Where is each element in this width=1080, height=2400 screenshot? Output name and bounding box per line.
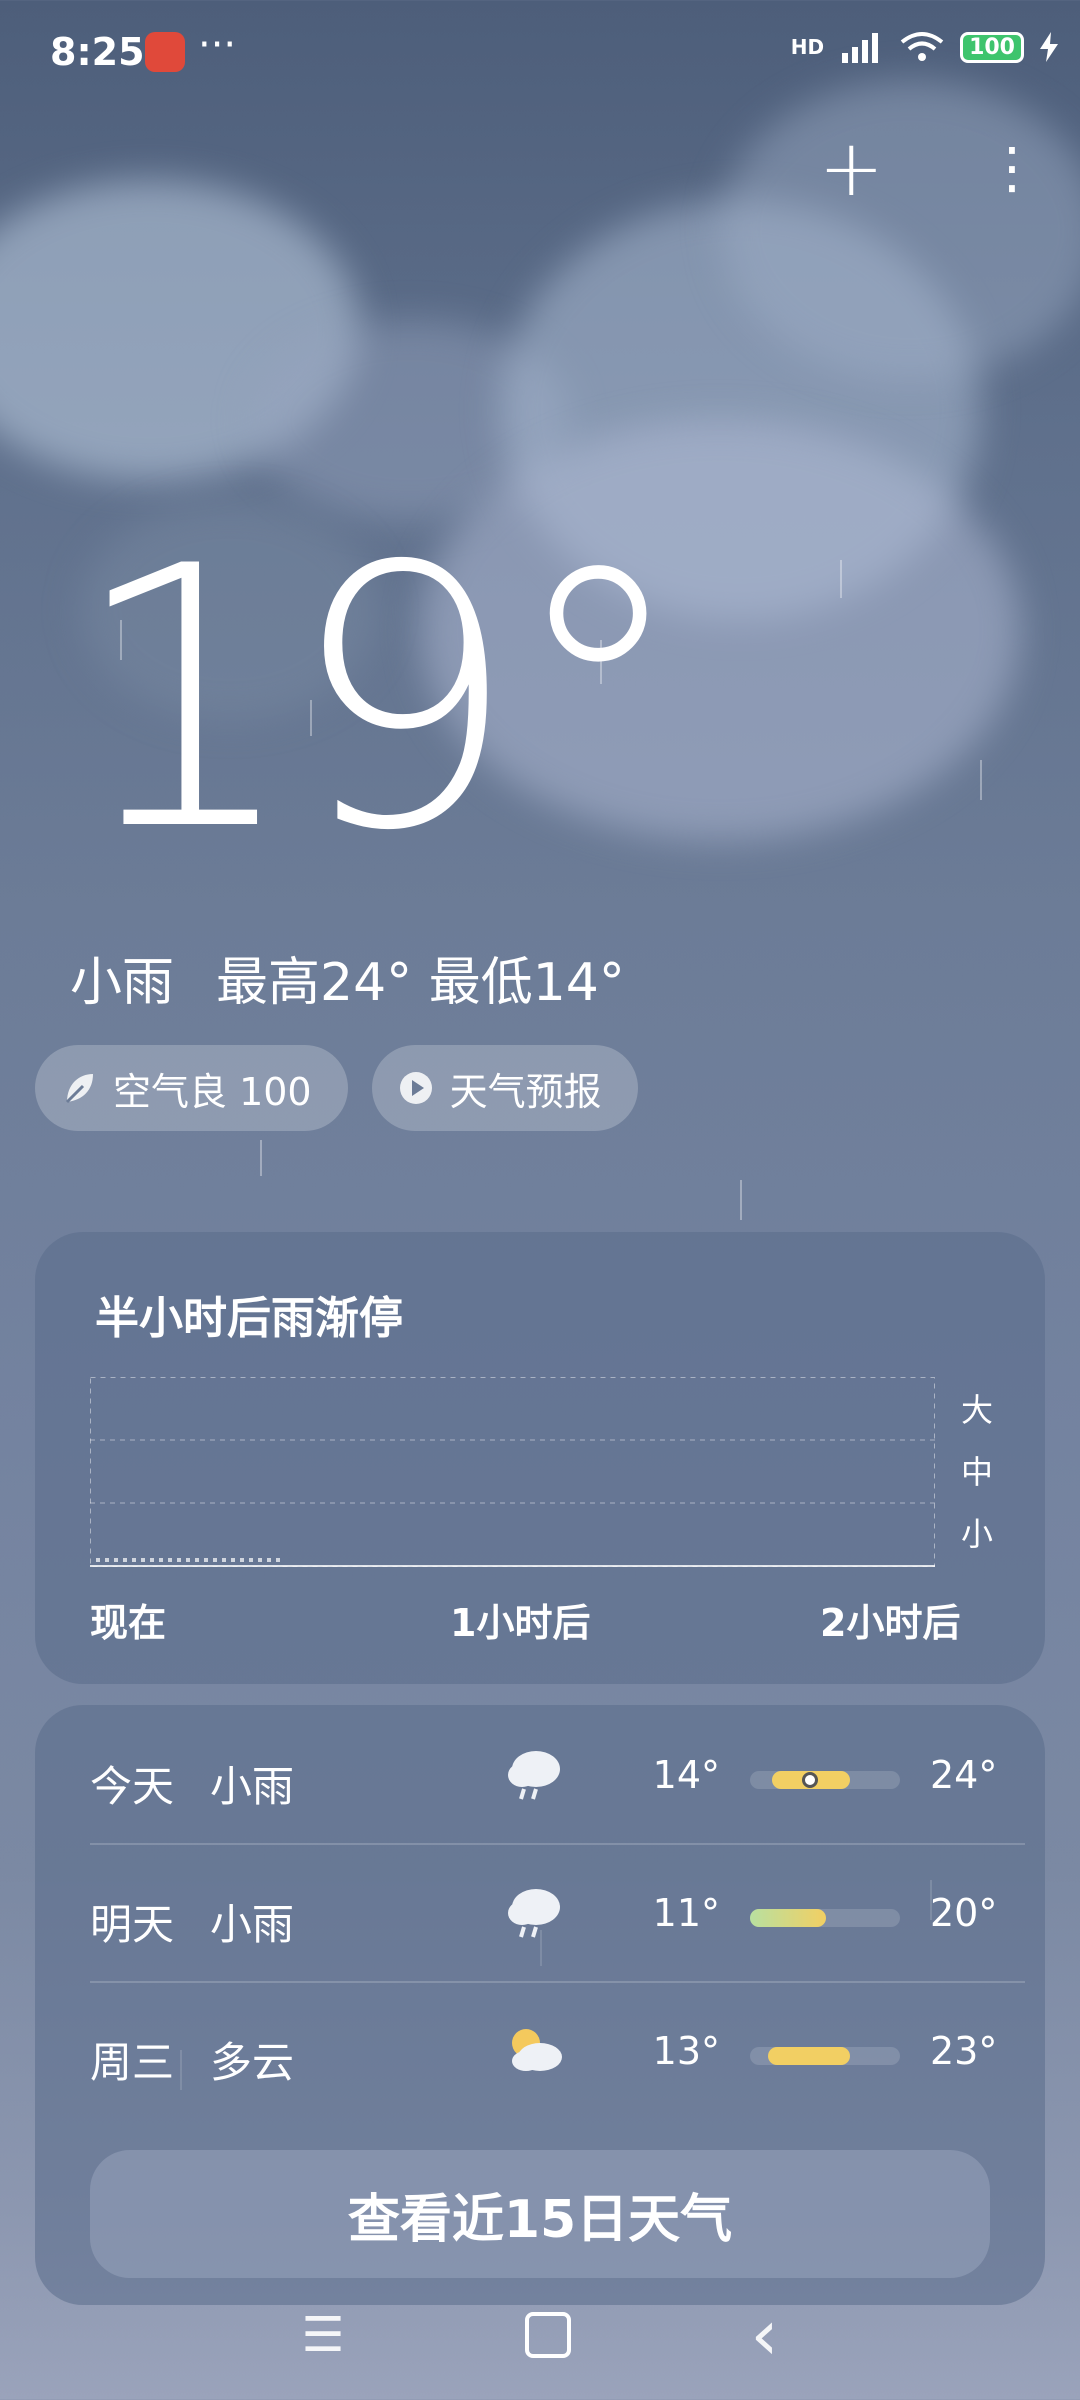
- y-label-heavy: 大: [960, 1391, 993, 1429]
- weather-forecast-label: 天气预报: [449, 1069, 602, 1114]
- view-15-day-button[interactable]: 查看近15日天气: [90, 2150, 990, 2278]
- chart-y-labels: 大 中 小: [957, 1377, 997, 1567]
- battery-indicator: 100: [960, 31, 1024, 63]
- rain-cloud-icon: [508, 1889, 560, 1938]
- forecast-row-wednesday[interactable]: 周三 多云 13° 23°: [90, 1981, 1025, 2119]
- rain-cloud-icon: [508, 1751, 560, 1800]
- weather-forecast-chip[interactable]: 天气预报: [371, 1045, 638, 1131]
- more-menu-button[interactable]: ⋮: [984, 141, 1040, 197]
- notification-app-icon: [145, 32, 185, 72]
- forecast-row-tomorrow[interactable]: 明天 小雨 11° 20°: [90, 1843, 1025, 1981]
- y-label-moderate: 中: [960, 1453, 993, 1491]
- forecast-high: 24°: [930, 1753, 998, 1797]
- nav-menu-button[interactable]: ☰: [301, 2307, 344, 2363]
- signal-icon: [842, 33, 879, 63]
- leaf-icon: [65, 1074, 93, 1104]
- temp-range-bar: [750, 2047, 900, 2065]
- status-dots: ···: [198, 22, 237, 68]
- y-label-light: 小: [960, 1515, 993, 1553]
- current-temp-marker: [802, 1772, 818, 1788]
- current-low: 最低14°: [428, 953, 625, 1013]
- forecast-high: 20°: [930, 1891, 998, 1935]
- charging-icon: [1040, 32, 1058, 62]
- add-city-button[interactable]: +: [819, 130, 884, 208]
- status-time: 8:25: [50, 30, 145, 74]
- play-icon: [399, 1072, 432, 1104]
- x-label-now: 现在: [90, 1601, 167, 1645]
- air-quality-chip[interactable]: 空气良 100: [35, 1045, 348, 1131]
- current-high-low: 最高24° 最低14°: [216, 940, 625, 1015]
- air-quality-label: 空气良 100: [113, 1069, 312, 1114]
- temp-range-bar: [750, 1771, 900, 1789]
- forecast-low: 14°: [652, 1753, 720, 1797]
- forecast-condition: 小雨: [210, 1762, 295, 1811]
- temp-range-fill: [750, 1909, 826, 1927]
- current-condition: 小雨: [70, 953, 175, 1013]
- forecast-day: 今天: [90, 1762, 175, 1811]
- forecast-condition: 小雨: [210, 1900, 295, 1949]
- top-actions: + ⋮: [819, 130, 1040, 208]
- forecast-row-today[interactable]: 今天 小雨 14° 24°: [90, 1705, 1025, 1843]
- x-label-1h: 1小时后: [450, 1601, 591, 1645]
- info-chips: 空气良 100 天气预报: [35, 1045, 638, 1131]
- forecast-high: 23°: [930, 2029, 998, 2073]
- system-nav-bar: ☰ ‹: [0, 2270, 1080, 2400]
- chart-frame: [90, 1377, 935, 1567]
- x-label-2h: 2小时后: [820, 1601, 961, 1645]
- partly-cloudy-icon: [512, 2029, 562, 2071]
- nav-home-button[interactable]: [524, 2312, 571, 2358]
- temp-range-fill: [768, 2047, 850, 2065]
- precipitation-chart: [90, 1377, 935, 1567]
- forecast-day: 明天: [90, 1900, 175, 1949]
- current-temperature: 19°: [70, 490, 688, 909]
- status-right: HD 100: [791, 30, 1058, 64]
- network-label: HD: [790, 35, 825, 59]
- forecast-day: 周三: [90, 2038, 175, 2087]
- wifi-icon: [900, 32, 944, 61]
- rain-card-title: 半小时后雨渐停: [95, 1293, 403, 1344]
- current-high: 最高24°: [216, 953, 413, 1013]
- forecast-low: 13°: [652, 2029, 720, 2073]
- nav-back-button[interactable]: ‹: [751, 2294, 779, 2376]
- forecast-condition: 多云: [210, 2038, 295, 2087]
- forecast-low: 11°: [652, 1891, 720, 1935]
- rain-forecast-card[interactable]: 半小时后雨渐停 大 中 小 现在 1小时后 2小时后: [35, 1232, 1045, 1684]
- status-bar: 8:25 ··· HD 100: [0, 0, 1080, 110]
- temp-range-bar: [750, 1909, 900, 1927]
- current-summary: 小雨 最高24° 最低14°: [70, 940, 625, 1015]
